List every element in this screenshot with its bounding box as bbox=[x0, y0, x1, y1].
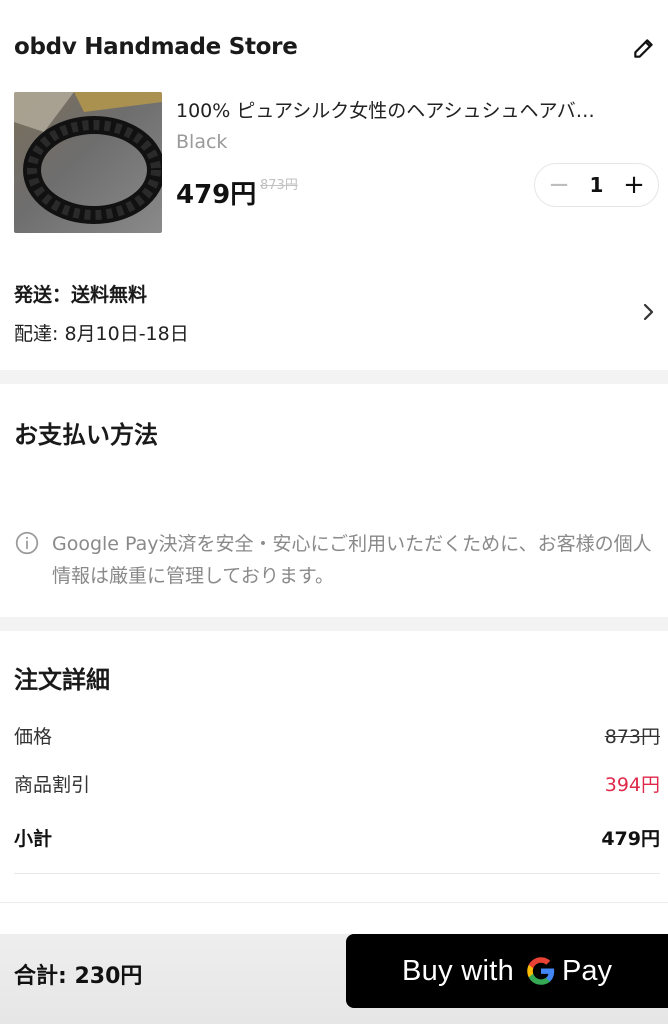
price-value: 873円 bbox=[604, 726, 660, 748]
discount-value: 394円 bbox=[604, 774, 660, 796]
edit-button[interactable] bbox=[626, 30, 662, 66]
divider bbox=[14, 873, 660, 874]
product-price: 479円 bbox=[176, 180, 257, 210]
store-name: obdv Handmade Store bbox=[14, 34, 298, 60]
quantity-stepper: − 1 + bbox=[534, 163, 659, 207]
product-title[interactable]: 100% ピュアシルク女性のヘアシュシュヘアバ… bbox=[176, 96, 656, 123]
product-original-price: 873円 bbox=[260, 178, 298, 193]
subtotal-value: 479円 bbox=[601, 828, 660, 850]
payment-title: お支払い方法 bbox=[14, 421, 158, 449]
product-image[interactable] bbox=[14, 92, 162, 233]
section-separator bbox=[0, 370, 668, 384]
shipping-label: 発送：送料無料 bbox=[14, 284, 148, 306]
shipping-row[interactable]: 発送：送料無料 配達: 8月10日-18日 bbox=[0, 270, 668, 360]
buy-with-google-pay-button[interactable]: Buy with Pay bbox=[346, 934, 668, 1008]
delivery-date: 配達: 8月10日-18日 bbox=[14, 323, 189, 345]
checkout-footer: 合計: 230円 Buy with Pay bbox=[0, 934, 668, 1024]
cart-store-section: obdv Handmade Store 100% ピュアシルク女性のヘアシュシュ… bbox=[0, 0, 668, 370]
divider bbox=[0, 902, 668, 903]
chevron-right-icon bbox=[638, 300, 658, 324]
pay-label: Pay bbox=[562, 954, 612, 987]
price-row: 価格 873円 bbox=[14, 722, 660, 749]
payment-notice: Google Pay決済を安全・安心にご利用いただくために、お客様の個人情報は厳… bbox=[14, 528, 659, 592]
pencil-icon bbox=[634, 39, 653, 58]
order-details-title: 注文詳細 bbox=[14, 666, 110, 694]
google-g-icon bbox=[526, 956, 556, 986]
price-label: 価格 bbox=[14, 726, 53, 748]
info-icon bbox=[14, 530, 42, 556]
section-separator bbox=[0, 617, 668, 631]
total-amount: 合計: 230円 bbox=[14, 964, 143, 989]
subtotal-label: 小計 bbox=[14, 828, 53, 850]
discount-row: 商品割引 394円 bbox=[14, 770, 660, 797]
buy-with-label: Buy with bbox=[402, 954, 514, 987]
plus-button[interactable]: + bbox=[620, 171, 648, 199]
minus-button[interactable]: − bbox=[545, 171, 573, 199]
notice-text: Google Pay決済を安全・安心にご利用いただくために、お客様の個人情報は厳… bbox=[52, 533, 652, 587]
quantity-value: 1 bbox=[589, 173, 604, 197]
subtotal-row: 小計 479円 bbox=[14, 824, 660, 851]
discount-label: 商品割引 bbox=[14, 774, 91, 796]
product-variant: Black bbox=[176, 131, 228, 153]
